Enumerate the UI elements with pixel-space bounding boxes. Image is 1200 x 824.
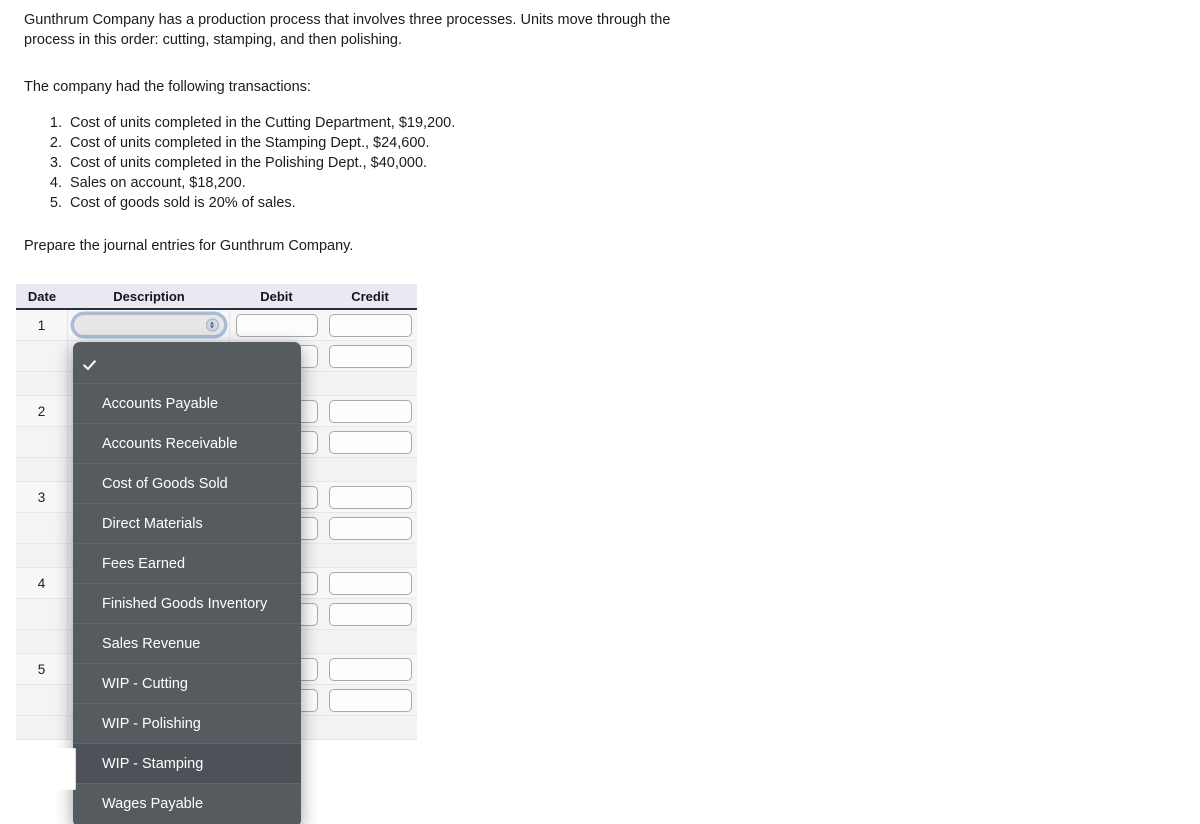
spacer-credit-cell [323, 716, 417, 739]
dropdown-option-label: Direct Materials [102, 515, 203, 532]
dropdown-option-label: Finished Goods Inventory [102, 595, 268, 612]
spacer-credit-cell [323, 630, 417, 653]
credit-cell [323, 599, 417, 629]
account-select[interactable] [72, 314, 225, 336]
transaction-item: 2. Cost of units completed in the Stampin… [38, 133, 598, 153]
credit-input[interactable] [328, 485, 412, 509]
transaction-item: 4. Sales on account, $18,200. [38, 173, 598, 193]
spacer-credit-cell [323, 458, 417, 481]
column-header-debit: Debit [260, 288, 293, 304]
column-header-date: Date [27, 288, 57, 304]
problem-statement: Gunthrum Company has a production proces… [24, 10, 684, 97]
description-cell [68, 310, 230, 340]
credit-input[interactable] [328, 430, 412, 454]
dropdown-option-label: Accounts Payable [102, 395, 219, 412]
transaction-number: 1. [49, 115, 62, 131]
spacer-date-cell [16, 458, 68, 481]
credit-cell [323, 396, 417, 426]
credit-input[interactable] [328, 516, 412, 540]
dropdown-option[interactable]: Finished Goods Inventory [73, 584, 301, 624]
dropdown-option-label: Cost of Goods Sold [102, 475, 228, 492]
transaction-list: 1. Cost of units completed in the Cutting… [38, 113, 598, 213]
transactions-lead-paragraph: The company had the following transactio… [24, 79, 311, 95]
problem-intro-paragraph: Gunthrum Company has a production proces… [24, 12, 671, 48]
debit-input[interactable] [235, 313, 318, 337]
dropdown-option-label: WIP - Stamping [102, 755, 204, 772]
credit-cell [323, 341, 417, 371]
credit-cell [323, 568, 417, 598]
credit-cell [323, 427, 417, 457]
dropdown-option-label: Accounts Receivable [102, 435, 238, 452]
dropdown-option[interactable]: Accounts Payable [73, 384, 301, 424]
credit-input[interactable] [328, 657, 412, 681]
credit-input[interactable] [328, 344, 412, 368]
dropdown-option-label: Sales Revenue [102, 635, 201, 652]
entry-number-cell: 5 [16, 654, 68, 684]
transaction-text: Cost of units completed in the Cutting D… [70, 115, 456, 131]
entry-number-cell [16, 341, 68, 371]
dropdown-option[interactable] [73, 344, 301, 384]
entry-number-cell: 1 [16, 310, 68, 340]
credit-cell [323, 310, 417, 340]
credit-input[interactable] [328, 602, 412, 626]
dropdown-option-label: Wages Payable [102, 796, 204, 812]
dropdown-option[interactable]: Cost of Goods Sold [73, 464, 301, 504]
spacer-date-cell [16, 716, 68, 739]
dropdown-option-label: Fees Earned [102, 555, 186, 572]
debit-cell [230, 310, 323, 340]
transaction-item: 5. Cost of goods sold is 20% of sales. [38, 193, 598, 213]
entry-number-cell: 2 [16, 396, 68, 426]
transaction-number: 4. [49, 175, 62, 191]
dropdown-option[interactable]: WIP - Polishing [73, 704, 301, 744]
spacer-date-cell [16, 372, 68, 395]
transaction-text: Cost of units completed in the Stamping … [70, 135, 430, 151]
transaction-number: 2. [49, 135, 62, 151]
spacer-credit-cell [323, 372, 417, 395]
credit-cell [323, 685, 417, 715]
transaction-text: Cost of units completed in the Polishing… [70, 155, 428, 171]
transaction-text: Sales on account, $18,200. [70, 175, 246, 191]
page-tear-artifact [24, 748, 76, 790]
dropdown-option[interactable]: Accounts Receivable [73, 424, 301, 464]
credit-cell [323, 513, 417, 543]
spacer-date-cell [16, 630, 68, 653]
dropdown-option[interactable]: WIP - Stamping [73, 744, 301, 784]
entry-number-cell [16, 427, 68, 457]
spacer-date-cell [16, 544, 68, 567]
entry-number-cell: 3 [16, 482, 68, 512]
credit-input[interactable] [328, 313, 412, 337]
check-icon [84, 357, 97, 370]
credit-cell [323, 482, 417, 512]
credit-input[interactable] [328, 688, 412, 712]
dropdown-option[interactable]: Sales Revenue [73, 624, 301, 664]
transaction-item: 3. Cost of units completed in the Polishi… [38, 153, 598, 173]
dropdown-option[interactable]: WIP - Cutting [73, 664, 301, 704]
dropdown-option[interactable]: Direct Materials [73, 504, 301, 544]
entry-number-cell [16, 513, 68, 543]
credit-input[interactable] [328, 571, 412, 595]
dropdown-option-label: WIP - Polishing [102, 715, 201, 732]
column-header-description: Description [113, 288, 185, 304]
select-stepper-icon[interactable] [205, 318, 219, 332]
dropdown-option[interactable]: Wages Payable [73, 784, 301, 824]
entry-number-cell: 4 [16, 568, 68, 598]
transaction-number: 3. [49, 155, 62, 171]
entry-number-cell [16, 685, 68, 715]
transaction-item: 1. Cost of units completed in the Cutting… [38, 113, 598, 133]
transaction-number: 5. [49, 195, 62, 211]
spacer-credit-cell [323, 544, 417, 567]
instruction-text: Prepare the journal entries for Gunthrum… [24, 238, 354, 254]
column-header-credit: Credit [351, 288, 389, 304]
table-header-row: Date Description Debit Credit [16, 284, 417, 310]
account-dropdown-menu[interactable]: Accounts Payable Accounts Receivable Cost … [73, 342, 301, 824]
credit-cell [323, 654, 417, 684]
entry-number-cell [16, 599, 68, 629]
page-root: Gunthrum Company has a production proces… [0, 0, 1200, 824]
journal-line-row: 1 [16, 310, 417, 341]
dropdown-option-label: WIP - Cutting [102, 675, 188, 692]
credit-input[interactable] [328, 399, 412, 423]
transaction-text: Cost of goods sold is 20% of sales. [70, 195, 296, 211]
dropdown-option[interactable]: Fees Earned [73, 544, 301, 584]
